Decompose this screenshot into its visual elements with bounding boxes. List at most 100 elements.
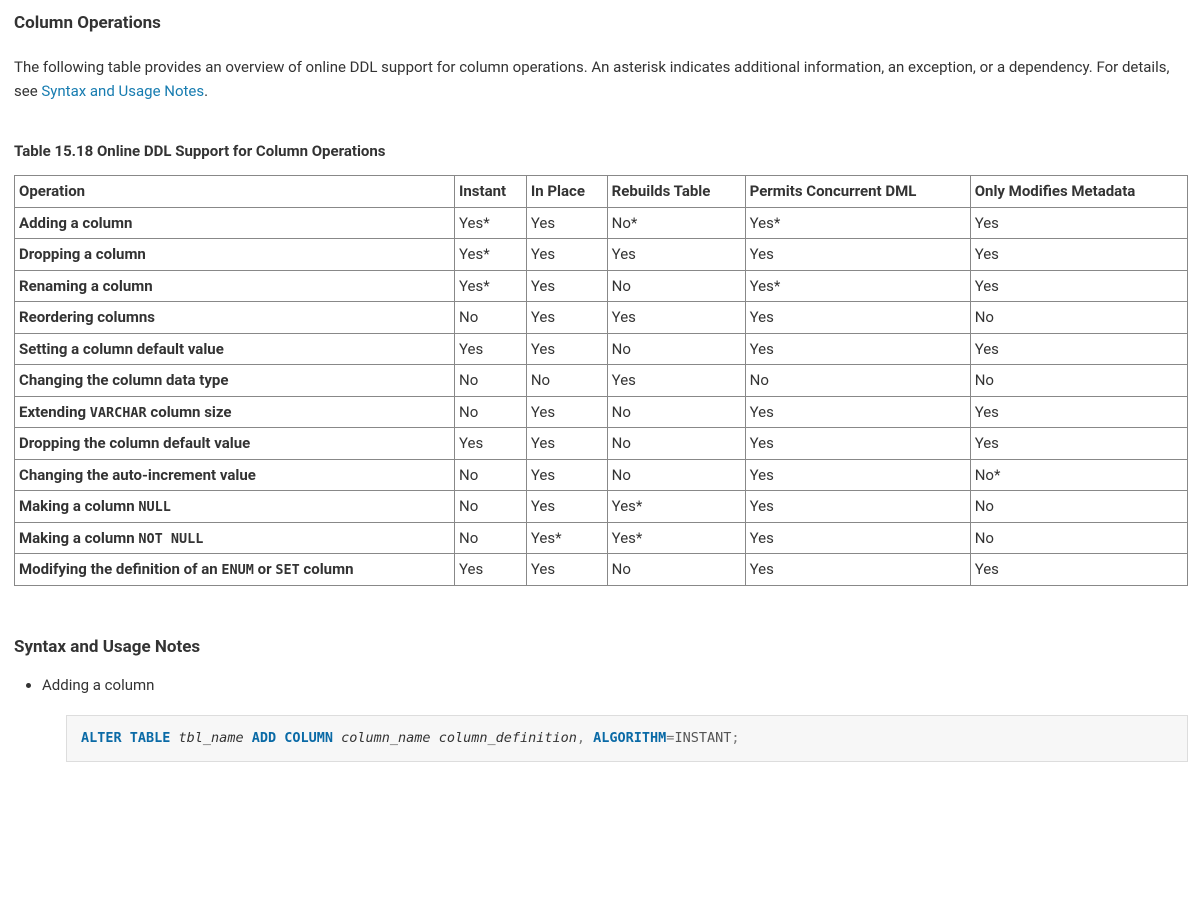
cell-rebuilds: Yes* xyxy=(607,491,745,523)
table-row: Modifying the definition of an ENUM or S… xyxy=(15,554,1188,586)
cell-instant: No xyxy=(455,491,527,523)
cell-meta: No xyxy=(970,491,1187,523)
cell-rebuilds: Yes xyxy=(607,302,745,334)
cell-operation: Setting a column default value xyxy=(15,333,455,365)
cell-concurrent: Yes xyxy=(745,522,970,554)
notes-list: Adding a column xyxy=(42,673,1188,697)
cell-inplace: Yes xyxy=(526,333,607,365)
cell-operation: Reordering columns xyxy=(15,302,455,334)
cell-rebuilds: Yes* xyxy=(607,522,745,554)
cell-instant: Yes* xyxy=(455,239,527,271)
cell-inplace: Yes xyxy=(526,459,607,491)
cell-operation: Making a column NULL xyxy=(15,491,455,523)
cell-rebuilds: No xyxy=(607,459,745,491)
col-instant: Instant xyxy=(455,176,527,208)
cell-rebuilds: No xyxy=(607,270,745,302)
table-row: Changing the auto-increment valueNoYesNo… xyxy=(15,459,1188,491)
cell-concurrent: Yes xyxy=(745,554,970,586)
cell-operation: Changing the auto-increment value xyxy=(15,459,455,491)
intro-tail: . xyxy=(204,82,208,100)
cell-meta: No xyxy=(970,302,1187,334)
cell-operation: Making a column NOT NULL xyxy=(15,522,455,554)
cell-instant: Yes xyxy=(455,554,527,586)
cell-operation: Changing the column data type xyxy=(15,365,455,397)
list-item: Adding a column xyxy=(42,673,1188,697)
cell-operation: Modifying the definition of an ENUM or S… xyxy=(15,554,455,586)
cell-instant: No xyxy=(455,522,527,554)
col-operation: Operation xyxy=(15,176,455,208)
cell-concurrent: Yes xyxy=(745,239,970,271)
section-heading: Column Operations xyxy=(14,10,1188,37)
cell-concurrent: Yes xyxy=(745,428,970,460)
table-row: Making a column NULLNoYesYes*YesNo xyxy=(15,491,1188,523)
ddl-support-table: Operation Instant In Place Rebuilds Tabl… xyxy=(14,175,1188,586)
cell-concurrent: No xyxy=(745,365,970,397)
table-header-row: Operation Instant In Place Rebuilds Tabl… xyxy=(15,176,1188,208)
cell-concurrent: Yes xyxy=(745,491,970,523)
cell-instant: No xyxy=(455,459,527,491)
cell-concurrent: Yes xyxy=(745,459,970,491)
syntax-notes-link[interactable]: Syntax and Usage Notes xyxy=(41,82,204,100)
table-row: Changing the column data typeNoNoYesNoNo xyxy=(15,365,1188,397)
cell-meta: Yes xyxy=(970,239,1187,271)
cell-inplace: Yes xyxy=(526,270,607,302)
cell-concurrent: Yes xyxy=(745,302,970,334)
cell-rebuilds: No xyxy=(607,396,745,428)
cell-meta: Yes xyxy=(970,396,1187,428)
cell-operation: Adding a column xyxy=(15,207,455,239)
notes-heading: Syntax and Usage Notes xyxy=(14,634,1188,661)
cell-inplace: No xyxy=(526,365,607,397)
table-row: Renaming a columnYes*YesNoYes*Yes xyxy=(15,270,1188,302)
cell-inplace: Yes xyxy=(526,302,607,334)
cell-inplace: Yes xyxy=(526,554,607,586)
cell-instant: Yes* xyxy=(455,270,527,302)
cell-rebuilds: No* xyxy=(607,207,745,239)
cell-inplace: Yes xyxy=(526,428,607,460)
cell-concurrent: Yes* xyxy=(745,207,970,239)
table-row: Dropping a columnYes*YesYesYesYes xyxy=(15,239,1188,271)
cell-meta: No xyxy=(970,365,1187,397)
table-caption: Table 15.18 Online DDL Support for Colum… xyxy=(14,139,1188,163)
cell-rebuilds: No xyxy=(607,333,745,365)
cell-rebuilds: No xyxy=(607,428,745,460)
table-row: Making a column NOT NULLNoYes*Yes*YesNo xyxy=(15,522,1188,554)
cell-concurrent: Yes* xyxy=(745,270,970,302)
table-row: Dropping the column default valueYesYesN… xyxy=(15,428,1188,460)
cell-meta: Yes xyxy=(970,333,1187,365)
cell-inplace: Yes xyxy=(526,207,607,239)
table-row: Setting a column default valueYesYesNoYe… xyxy=(15,333,1188,365)
cell-operation: Renaming a column xyxy=(15,270,455,302)
cell-meta: Yes xyxy=(970,428,1187,460)
table-row: Reordering columnsNoYesYesYesNo xyxy=(15,302,1188,334)
cell-inplace: Yes* xyxy=(526,522,607,554)
cell-operation: Extending VARCHAR column size xyxy=(15,396,455,428)
cell-meta: Yes xyxy=(970,207,1187,239)
col-rebuilds: Rebuilds Table xyxy=(607,176,745,208)
cell-instant: Yes* xyxy=(455,207,527,239)
example-sql: ALTER TABLE tbl_name ADD COLUMN column_n… xyxy=(66,715,1188,763)
cell-instant: Yes xyxy=(455,428,527,460)
intro-paragraph: The following table provides an overview… xyxy=(14,55,1188,103)
cell-operation: Dropping the column default value xyxy=(15,428,455,460)
cell-rebuilds: Yes xyxy=(607,365,745,397)
col-meta: Only Modifies Metadata xyxy=(970,176,1187,208)
cell-meta: Yes xyxy=(970,270,1187,302)
cell-meta: Yes xyxy=(970,554,1187,586)
cell-concurrent: Yes xyxy=(745,396,970,428)
table-row: Adding a columnYes*YesNo*Yes*Yes xyxy=(15,207,1188,239)
table-row: Extending VARCHAR column sizeNoYesNoYesY… xyxy=(15,396,1188,428)
cell-concurrent: Yes xyxy=(745,333,970,365)
cell-rebuilds: Yes xyxy=(607,239,745,271)
cell-rebuilds: No xyxy=(607,554,745,586)
cell-meta: No xyxy=(970,522,1187,554)
cell-inplace: Yes xyxy=(526,239,607,271)
cell-inplace: Yes xyxy=(526,396,607,428)
col-concurrent: Permits Concurrent DML xyxy=(745,176,970,208)
cell-instant: No xyxy=(455,396,527,428)
cell-instant: No xyxy=(455,302,527,334)
col-inplace: In Place xyxy=(526,176,607,208)
cell-instant: Yes xyxy=(455,333,527,365)
cell-meta: No* xyxy=(970,459,1187,491)
cell-inplace: Yes xyxy=(526,491,607,523)
cell-operation: Dropping a column xyxy=(15,239,455,271)
